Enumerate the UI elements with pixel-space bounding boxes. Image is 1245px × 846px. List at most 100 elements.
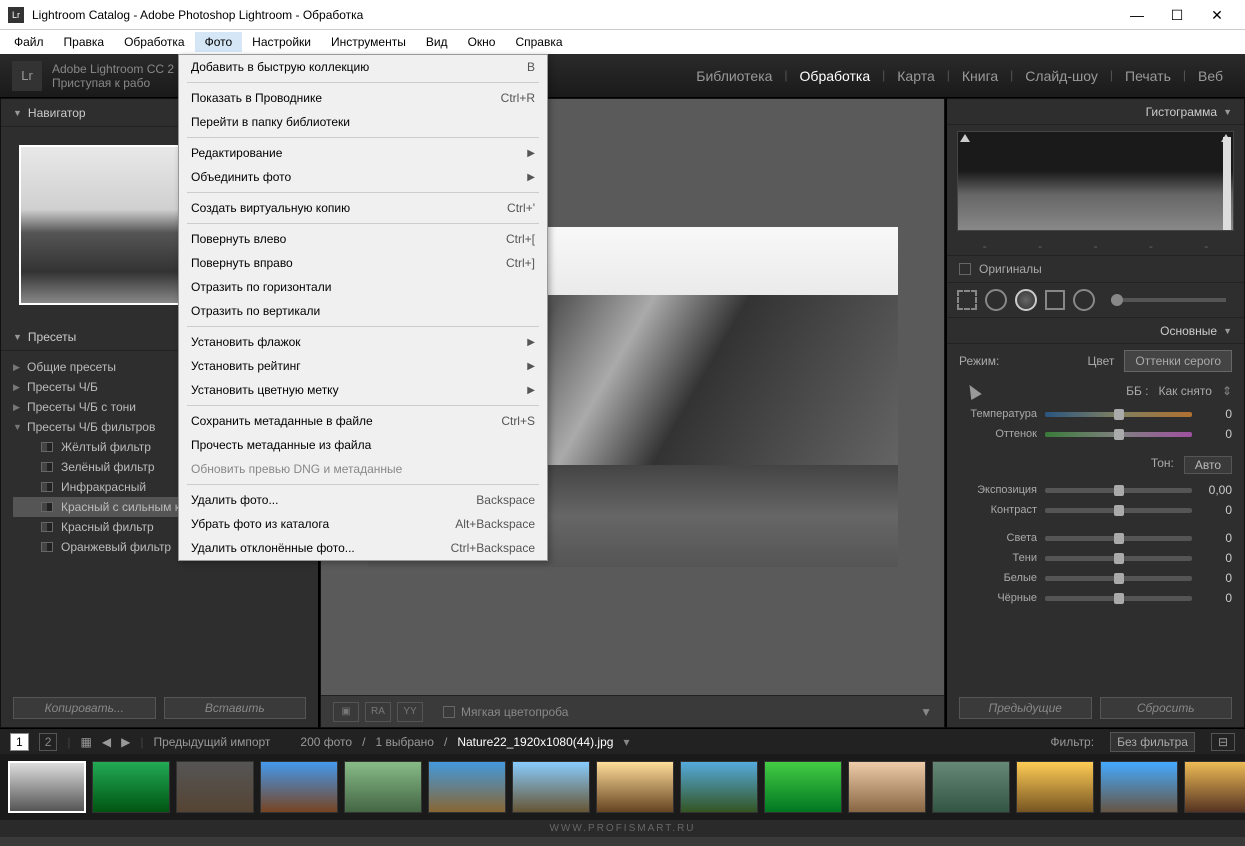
exposure-value[interactable]: 0,00 [1200,483,1232,497]
primary-monitor-icon[interactable]: 1 [10,733,29,751]
whites-slider[interactable] [1045,576,1192,581]
thumbnail[interactable] [932,761,1010,813]
menu-item[interactable]: Установить цветную метку▶ [179,378,547,402]
spot-tool-icon[interactable] [985,289,1007,311]
thumbnail[interactable] [8,761,86,813]
copy-button[interactable]: Копировать... [13,697,156,719]
thumbnail[interactable] [512,761,590,813]
menu-item[interactable]: Повернуть влевоCtrl+[ [179,227,547,251]
menu-item[interactable]: Создать виртуальную копиюCtrl+' [179,196,547,220]
tint-slider[interactable] [1045,432,1192,437]
menu-item[interactable]: Перейти в папку библиотеки [179,110,547,134]
menu-item[interactable]: Отразить по горизонтали [179,275,547,299]
menu-инструменты[interactable]: Инструменты [321,32,416,52]
highlights-slider[interactable] [1045,536,1192,541]
blacks-value[interactable]: 0 [1200,591,1232,605]
thumbnail[interactable] [92,761,170,813]
menu-item[interactable]: Удалить фото...Backspace [179,488,547,512]
menu-item[interactable]: Показать в ПроводникеCtrl+R [179,86,547,110]
shadows-slider[interactable] [1045,556,1192,561]
redeye-tool-icon[interactable] [1015,289,1037,311]
color-mode-button[interactable]: Цвет [1078,351,1125,371]
wb-preset-dropdown[interactable]: Как снято [1159,384,1212,398]
thumbnail[interactable] [848,761,926,813]
menu-справка[interactable]: Справка [505,32,572,52]
temperature-value[interactable]: 0 [1200,407,1232,421]
clip-shadow-icon[interactable] [960,134,970,142]
menu-item[interactable]: Убрать фото из каталогаAlt+Backspace [179,512,547,536]
menu-обработка[interactable]: Обработка [114,32,195,52]
histogram-chart[interactable] [957,131,1234,231]
highlights-value[interactable]: 0 [1200,531,1232,545]
thumbnail[interactable] [596,761,674,813]
compare-icon[interactable]: YY [397,702,423,722]
contrast-slider[interactable] [1045,508,1192,513]
paste-button[interactable]: Вставить [164,697,307,719]
originals-row[interactable]: Оригиналы [947,255,1244,283]
thumbnail[interactable] [428,761,506,813]
thumbnail[interactable] [344,761,422,813]
module-2[interactable]: Карта [887,62,944,90]
softproof-checkbox[interactable] [443,706,455,718]
temperature-slider[interactable] [1045,412,1192,417]
basic-header[interactable]: Основные ▼ [947,318,1244,344]
menu-настройки[interactable]: Настройки [242,32,321,52]
menu-item[interactable]: Добавить в быструю коллекциюB [179,55,547,79]
thumbnail[interactable] [260,761,338,813]
module-3[interactable]: Книга [952,62,1008,90]
thumbnail[interactable] [1016,761,1094,813]
originals-checkbox[interactable] [959,263,971,275]
module-0[interactable]: Библиотека [686,62,782,90]
menu-item[interactable]: Установить флажок▶ [179,330,547,354]
radial-tool-icon[interactable] [1073,289,1095,311]
previous-button[interactable]: Предыдущие [959,697,1092,719]
menu-item[interactable]: Прочесть метаданные из файла [179,433,547,457]
menu-item[interactable]: Объединить фото▶ [179,165,547,189]
brush-size-slider[interactable] [1111,298,1226,302]
menu-файл[interactable]: Файл [4,32,54,52]
menu-item[interactable]: Повернуть вправоCtrl+] [179,251,547,275]
module-1[interactable]: Обработка [790,62,881,90]
current-filename[interactable]: Nature22_1920x1080(44).jpg [457,735,613,749]
menu-item[interactable]: Отразить по вертикали [179,299,547,323]
toolbar-expand-icon[interactable]: ▼ [920,705,932,719]
maximize-button[interactable]: ☐ [1157,4,1197,26]
thumbnail[interactable] [1184,761,1245,813]
module-5[interactable]: Печать [1115,62,1181,90]
menu-item[interactable]: Редактирование▶ [179,141,547,165]
contrast-value[interactable]: 0 [1200,503,1232,517]
menu-окно[interactable]: Окно [458,32,506,52]
grid-view-icon[interactable]: ▦ [81,735,92,749]
filter-lock-icon[interactable]: ⊟ [1211,733,1235,751]
whites-value[interactable]: 0 [1200,571,1232,585]
thumbnail[interactable] [176,761,254,813]
module-6[interactable]: Веб [1188,62,1233,90]
before-after-icon[interactable]: RA [365,702,391,722]
thumbnail[interactable] [1100,761,1178,813]
thumbnail[interactable] [680,761,758,813]
filmstrip[interactable] [0,754,1245,820]
minimize-button[interactable]: — [1117,4,1157,26]
gradient-tool-icon[interactable] [1045,290,1065,310]
reset-button[interactable]: Сбросить [1100,697,1233,719]
shadows-value[interactable]: 0 [1200,551,1232,565]
back-icon[interactable]: ◀ [102,735,111,749]
blacks-slider[interactable] [1045,596,1192,601]
histogram-header[interactable]: Гистограмма ▼ [947,99,1244,125]
forward-icon[interactable]: ▶ [121,735,130,749]
menu-item[interactable]: Сохранить метаданные в файлеCtrl+S [179,409,547,433]
menu-вид[interactable]: Вид [416,32,458,52]
module-4[interactable]: Слайд-шоу [1015,62,1108,90]
filter-dropdown[interactable]: Без фильтра [1110,732,1195,752]
eyedropper-icon[interactable] [964,382,981,400]
menu-item[interactable]: Удалить отклонённые фото...Ctrl+Backspac… [179,536,547,560]
secondary-monitor-icon[interactable]: 2 [39,733,58,751]
tint-value[interactable]: 0 [1200,427,1232,441]
exposure-slider[interactable] [1045,488,1192,493]
menu-item[interactable]: Установить рейтинг▶ [179,354,547,378]
grayscale-mode-button[interactable]: Оттенки серого [1124,350,1232,372]
loupe-view-icon[interactable]: ▣ [333,702,359,722]
thumbnail[interactable] [764,761,842,813]
close-button[interactable]: ✕ [1197,4,1237,26]
auto-tone-button[interactable]: Авто [1184,456,1232,474]
